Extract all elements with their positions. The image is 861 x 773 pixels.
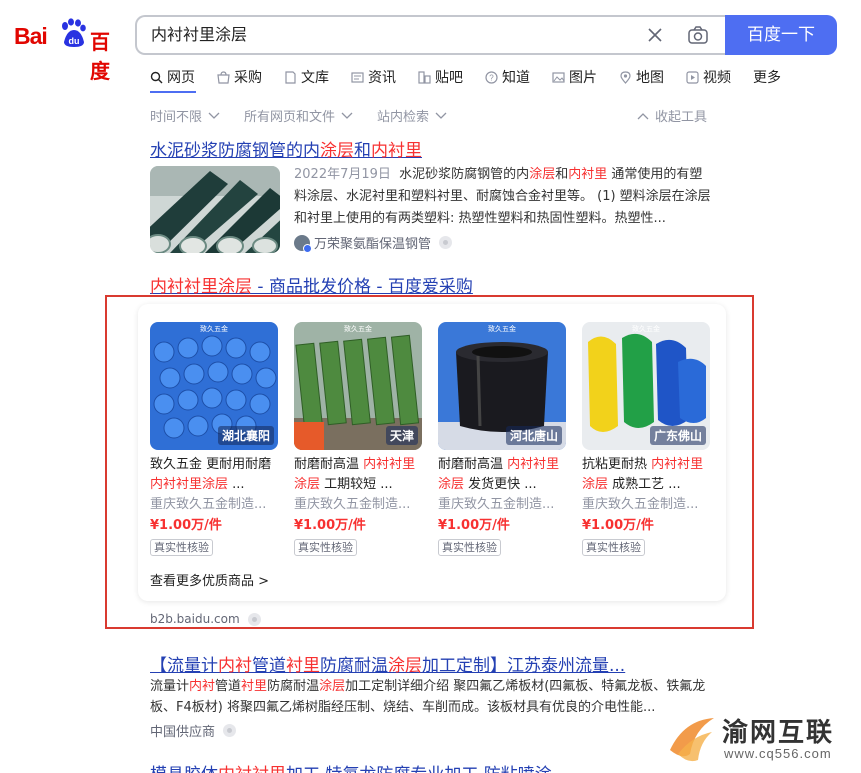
map-icon [620,70,631,84]
filter-time[interactable]: 时间不限 [150,106,220,125]
more-info-icon[interactable] [247,612,261,626]
tab-more[interactable]: 更多 [753,67,781,87]
camera-icon[interactable] [687,24,709,46]
search-button[interactable]: 百度一下 [725,15,837,55]
result-title-link[interactable]: 内衬衬里涂层 - 商品批发价格 - 百度爱采购 [150,272,473,297]
tab-web[interactable]: 网页 [150,67,195,87]
tab-label: 视频 [703,70,731,86]
filter-label: 所有网页和文件 [244,110,336,125]
collapse-tools-button[interactable]: 收起工具 [637,106,707,125]
tab-purchase[interactable]: 采购 [217,67,262,87]
chevron-down-icon [435,112,447,119]
tab-label: 采购 [234,70,262,86]
active-tab-indicator [150,91,196,93]
result-abstract: 2022年7月19日 水泥砂浆防腐钢管的内涂层和内衬里 通常使用的有塑料涂层、水… [294,167,711,226]
search-tabs: 网页 采购 文库 资讯 贴吧 ? 知道 图片 地图 视频 更多 [150,67,803,87]
watermark-brand: 渝网互联 [722,718,835,748]
result-source[interactable]: 万荣聚氨酯保温钢管 [294,233,453,253]
more-info-icon[interactable] [223,724,237,737]
chevron-down-icon [208,112,220,119]
question-icon: ? [485,70,498,84]
tab-label: 图片 [569,70,597,86]
tab-zhidao[interactable]: ? 知道 [485,67,530,87]
watermark-logo-icon [670,718,714,762]
red-highlight-frame [105,295,754,629]
source-url: b2b.baidu.com [150,612,240,626]
tab-map[interactable]: 地图 [619,67,664,87]
tab-label: 知道 [502,70,530,86]
document-icon [285,70,296,84]
forum-icon [418,70,431,84]
tab-label: 更多 [753,70,781,86]
svg-text:?: ? [489,73,494,82]
logo-text-du: du [69,36,80,46]
video-icon [686,70,699,84]
more-info-icon[interactable] [439,236,453,249]
tab-news[interactable]: 资讯 [351,67,396,87]
news-icon [351,71,364,83]
filter-file-type[interactable]: 所有网页和文件 [244,106,353,125]
search-icon [150,71,163,83]
result-source[interactable]: b2b.baidu.com [150,612,261,626]
chevron-up-icon [637,112,649,119]
baidu-logo[interactable]: Bai du 百度 [14,16,120,83]
tab-label: 网页 [167,70,195,86]
tab-video[interactable]: 视频 [686,67,731,87]
filter-label: 时间不限 [150,110,203,125]
result-title-link[interactable]: 【流量计内衬管道衬里防腐耐温涂层加工定制】江苏泰州流量... [150,651,625,676]
paw-logo-icon: du [62,18,86,47]
source-name: 万荣聚氨酯保温钢管 [314,237,432,252]
image-icon [552,71,565,83]
logo-text-bai: Bai [14,23,48,49]
result-abstract: 流量计内衬管道衬里防腐耐温涂层加工定制详细介绍 聚四氟乙烯板材(四氟板、特氟龙板… [150,679,706,715]
result-title-link[interactable]: 水泥砂浆防腐钢管的内涂层和内衬里 [150,136,422,161]
steel-pipes-image [150,166,280,253]
collapse-tools-label: 收起工具 [655,110,708,125]
search-box [135,15,727,55]
result-title-link[interactable]: 模具胶体内衬衬里加工 特氟龙防腐专业加工 防粘喷涂 [150,760,552,773]
tab-label: 资讯 [368,70,396,86]
filter-site[interactable]: 站内检索 [377,106,447,125]
tab-tieba[interactable]: 贴吧 [418,67,463,87]
filter-label: 站内检索 [377,110,430,125]
close-icon[interactable] [645,25,665,45]
tab-label: 文库 [301,70,329,86]
source-avatar-icon [294,234,312,253]
watermark-url: www.cq556.com [724,746,832,761]
tab-label: 地图 [636,70,664,86]
result-thumbnail[interactable] [150,166,280,253]
logo-text-baidu: 百度 [90,30,110,83]
chevron-down-icon [341,112,353,119]
search-filters: 时间不限 所有网页和文件 站内检索 [150,106,471,125]
tab-images[interactable]: 图片 [552,67,597,87]
tab-library[interactable]: 文库 [284,67,329,87]
watermark: 渝网互联 www.cq556.com [664,710,854,766]
search-input[interactable] [151,17,621,53]
shop-icon [217,70,230,84]
source-name: 中国供应商 [150,725,216,740]
result-source[interactable]: 中国供应商 [150,721,237,740]
tab-label: 贴吧 [435,70,463,86]
